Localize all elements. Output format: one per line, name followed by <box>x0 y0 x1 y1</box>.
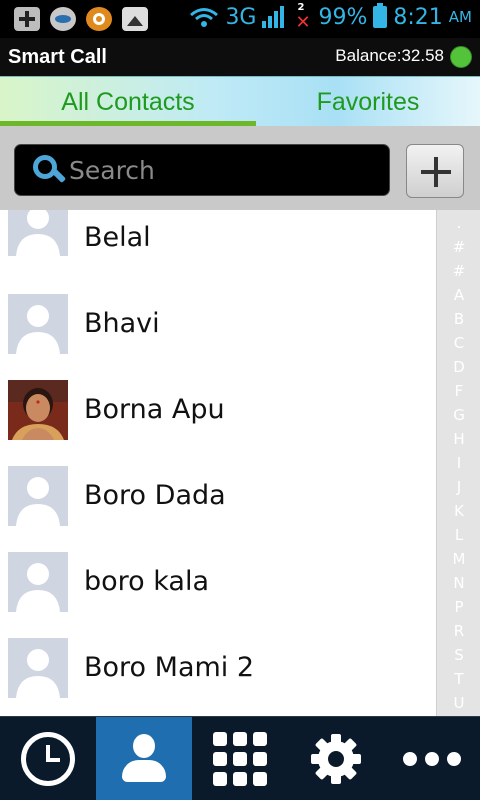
clock-icon <box>21 732 75 786</box>
clock-ampm: AM <box>448 8 472 26</box>
tab-all-contacts[interactable]: All Contacts <box>0 77 256 127</box>
person-icon <box>122 734 166 784</box>
notification-icons <box>14 7 148 31</box>
search-box[interactable] <box>14 144 390 196</box>
contact-name: boro kala <box>84 566 210 597</box>
nav-contacts[interactable] <box>96 717 192 800</box>
index-letter[interactable]: # <box>437 238 480 256</box>
network-type: 3G <box>225 4 257 30</box>
list-item[interactable]: boro kala <box>0 552 436 638</box>
clock-time: 8:21 <box>393 4 443 30</box>
index-letter[interactable]: # <box>437 262 480 280</box>
alphabet-index[interactable]: . # # A B C D F G H I J K L M N P R S T U <box>436 210 480 716</box>
index-letter[interactable]: T <box>437 670 480 688</box>
gear-icon <box>311 734 361 784</box>
bottom-nav <box>0 716 480 800</box>
battery-percent: 99% <box>318 4 368 30</box>
contact-name: Belal <box>84 222 151 253</box>
status-bar: 3G 2 ✕ 99% 8:21 AM <box>0 0 480 38</box>
list-item[interactable]: Belal <box>0 210 436 272</box>
index-letter[interactable]: N <box>437 574 480 592</box>
nav-call-log[interactable] <box>0 717 96 800</box>
nav-more[interactable] <box>384 717 480 800</box>
sim2-no-signal-icon: 2 ✕ <box>295 2 311 33</box>
index-letter[interactable]: R <box>437 622 480 640</box>
add-contact-button[interactable] <box>406 144 464 198</box>
contact-photo <box>8 380 68 440</box>
index-letter[interactable]: M <box>437 550 480 568</box>
index-letter[interactable]: U <box>437 694 480 712</box>
default-avatar-icon <box>8 638 68 698</box>
online-status-icon <box>450 46 472 68</box>
battery-icon <box>373 3 388 28</box>
tab-favorites[interactable]: Favorites <box>256 77 480 127</box>
list-item[interactable]: Borna Apu <box>0 380 436 466</box>
index-letter[interactable]: F <box>437 382 480 400</box>
wifi-icon <box>190 8 219 27</box>
index-letter[interactable]: . <box>437 214 480 232</box>
contact-name: Borna Apu <box>84 394 225 425</box>
index-letter[interactable]: J <box>437 478 480 496</box>
index-letter[interactable]: P <box>437 598 480 616</box>
contact-list[interactable]: Belal Bhavi Borna Apu Boro Dada boro kal… <box>0 210 436 716</box>
default-avatar-icon <box>8 210 68 256</box>
index-letter[interactable]: K <box>437 502 480 520</box>
list-item[interactable]: Bhavi <box>0 294 436 380</box>
index-letter[interactable]: S <box>437 646 480 664</box>
index-letter[interactable]: C <box>437 334 480 352</box>
nav-dialpad[interactable] <box>192 717 288 800</box>
messenger-icon <box>50 7 76 31</box>
index-letter[interactable]: B <box>437 310 480 328</box>
index-letter[interactable]: I <box>437 454 480 472</box>
search-bar <box>0 126 480 210</box>
index-letter[interactable]: A <box>437 286 480 304</box>
nav-settings[interactable] <box>288 717 384 800</box>
contact-name: Boro Dada <box>84 480 226 511</box>
balance-label: Balance:32.58 <box>335 46 444 65</box>
search-input[interactable] <box>69 153 369 187</box>
index-letter[interactable]: D <box>437 358 480 376</box>
add-notification-icon <box>14 7 40 31</box>
dialpad-icon <box>213 732 267 786</box>
contact-name: Bhavi <box>84 308 160 339</box>
default-avatar-icon <box>8 466 68 526</box>
image-icon <box>122 7 148 31</box>
default-avatar-icon <box>8 294 68 354</box>
index-letter[interactable]: G <box>437 406 480 424</box>
list-item[interactable]: Boro Mami 2 <box>0 638 436 716</box>
index-letter[interactable]: L <box>437 526 480 544</box>
index-letter[interactable]: H <box>437 430 480 448</box>
app-title: Smart Call <box>8 46 107 68</box>
search-icon <box>31 153 67 189</box>
default-avatar-icon <box>8 552 68 612</box>
app-ring-icon <box>86 7 112 31</box>
system-indicators: 3G 2 ✕ 99% 8:21 AM <box>189 2 472 33</box>
app-header: Smart Call Balance:32.58 <box>0 38 480 76</box>
list-item[interactable]: Boro Dada <box>0 466 436 552</box>
contact-tabs: All Contacts Favorites <box>0 76 480 126</box>
signal-strength-icon <box>262 6 285 28</box>
contact-name: Boro Mami 2 <box>84 652 255 683</box>
more-dots-icon <box>403 752 461 766</box>
